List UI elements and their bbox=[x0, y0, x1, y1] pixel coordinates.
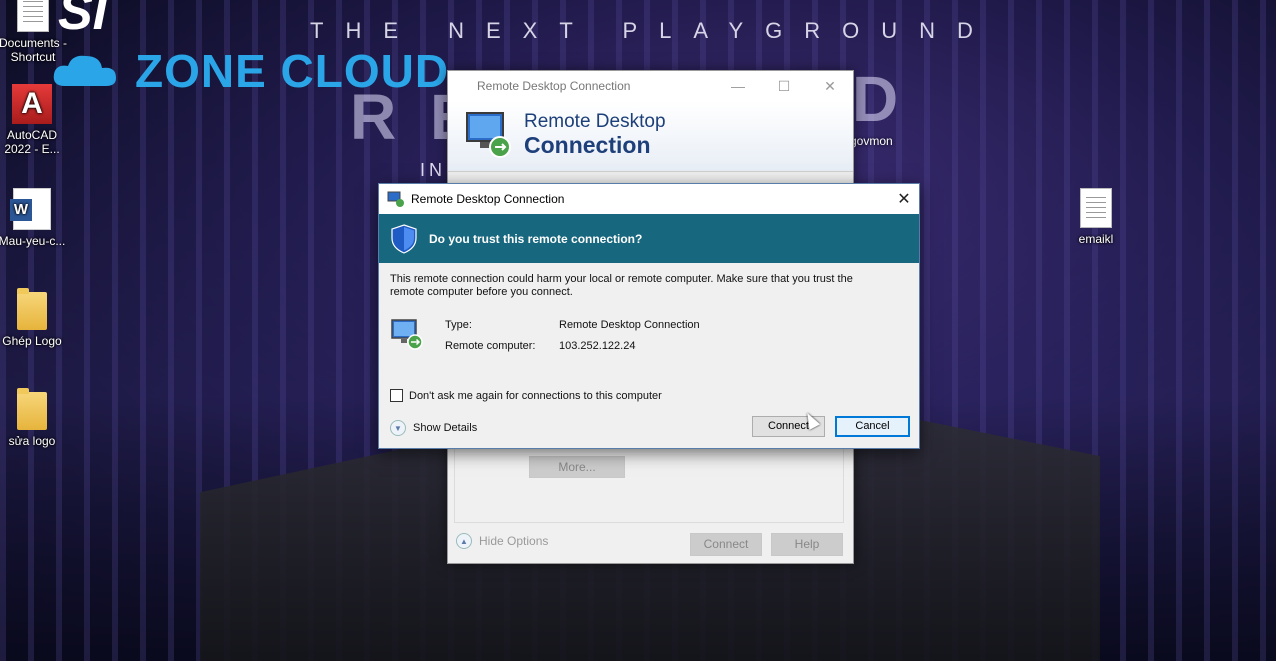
desktop-icon-autocad[interactable]: A AutoCAD 2022 - E... bbox=[0, 84, 67, 156]
desktop-icon-label: AutoCAD 2022 - E... bbox=[4, 128, 60, 156]
remote-computer-icon bbox=[391, 319, 423, 350]
close-button[interactable]: ✕ bbox=[807, 71, 853, 101]
desktop-icon-label: emaikl bbox=[1078, 232, 1114, 246]
desktop-icon-label: Ghép Logo bbox=[2, 334, 62, 348]
desktop-icon-word-doc[interactable]: W Mau-yeu-c... bbox=[0, 188, 67, 248]
rdc-main-title: Remote Desktop Connection bbox=[477, 79, 631, 93]
folder-icon bbox=[17, 388, 47, 430]
dialog-titlebar: Remote Desktop Connection ✕ bbox=[379, 184, 919, 214]
folder-icon bbox=[17, 288, 47, 330]
shield-icon bbox=[391, 223, 417, 254]
show-details-toggle[interactable]: ▼ Show Details bbox=[390, 420, 477, 436]
desktop-icon-documents-shortcut[interactable]: Documents - Shortcut bbox=[0, 0, 68, 64]
trust-connection-dialog: Remote Desktop Connection ✕ Do you trust… bbox=[378, 183, 920, 449]
desktop-icon-ghep-logo[interactable]: Ghép Logo bbox=[0, 288, 67, 348]
dialog-banner: Do you trust this remote connection? bbox=[379, 214, 919, 263]
help-button[interactable]: Help bbox=[771, 533, 843, 556]
remote-computer-value: 103.252.122.24 bbox=[559, 340, 636, 352]
govmon-label: govmon bbox=[850, 134, 893, 148]
back-connect-button[interactable]: Connect bbox=[690, 533, 762, 556]
dont-ask-again-label: Don't ask me again for connections to th… bbox=[409, 389, 662, 402]
remote-desktop-icon bbox=[466, 112, 511, 158]
autocad-icon: A bbox=[12, 84, 52, 124]
chevron-down-icon: ▼ bbox=[390, 420, 406, 436]
type-value: Remote Desktop Connection bbox=[559, 319, 700, 331]
word-document-icon: W bbox=[10, 188, 51, 230]
rdc-options-group bbox=[454, 441, 844, 523]
rdc-main-titlebar: Remote Desktop Connection — ☐ ✕ bbox=[448, 71, 853, 101]
dialog-warning-text: This remote connection could harm your l… bbox=[390, 273, 853, 298]
hide-options-label: Hide Options bbox=[479, 534, 549, 548]
text-file-icon bbox=[1080, 188, 1112, 228]
chevron-up-icon: ▲ bbox=[456, 533, 472, 549]
hide-options-toggle[interactable]: ▲ Hide Options bbox=[456, 533, 548, 549]
wallpaper-tagline: THE NEXT PLAYGROUND bbox=[310, 18, 995, 43]
desktop-icon-emaikl[interactable]: emaikl bbox=[1061, 188, 1131, 246]
desktop-icon-label: Mau-yeu-c... bbox=[0, 234, 66, 248]
desktop-icon-label: Documents - Shortcut bbox=[0, 36, 68, 64]
rdc-header-line2: Connection bbox=[524, 132, 651, 158]
dialog-title: Remote Desktop Connection bbox=[411, 192, 565, 206]
remote-computer-label: Remote computer: bbox=[445, 340, 536, 352]
more-button[interactable]: More... bbox=[529, 456, 625, 478]
cancel-button[interactable]: Cancel bbox=[835, 416, 910, 437]
document-shortcut-icon bbox=[17, 0, 49, 32]
desktop-icon-label: sửa logo bbox=[8, 434, 56, 448]
rdc-header-line1: Remote Desktop bbox=[524, 111, 666, 132]
connection-info: Type: Remote Desktop Connection Remote c… bbox=[390, 317, 908, 373]
dont-ask-again-checkbox[interactable] bbox=[390, 389, 403, 402]
show-details-label: Show Details bbox=[413, 422, 478, 434]
maximize-button[interactable]: ☐ bbox=[761, 71, 807, 101]
dialog-close-button[interactable]: ✕ bbox=[889, 184, 919, 214]
dont-ask-again-row[interactable]: Don't ask me again for connections to th… bbox=[390, 389, 908, 402]
wallpaper-in-text: IN bbox=[420, 160, 446, 180]
desktop-icon-sua-logo[interactable]: sửa logo bbox=[0, 388, 67, 448]
minimize-button[interactable]: — bbox=[715, 71, 761, 101]
rdc-main-header: Remote Desktop Connection bbox=[448, 101, 853, 172]
wallpaper-big-d: D bbox=[852, 63, 899, 135]
dialog-banner-text: Do you trust this remote connection? bbox=[429, 231, 643, 246]
type-label: Type: bbox=[445, 319, 472, 331]
remote-desktop-small-icon bbox=[387, 191, 404, 207]
